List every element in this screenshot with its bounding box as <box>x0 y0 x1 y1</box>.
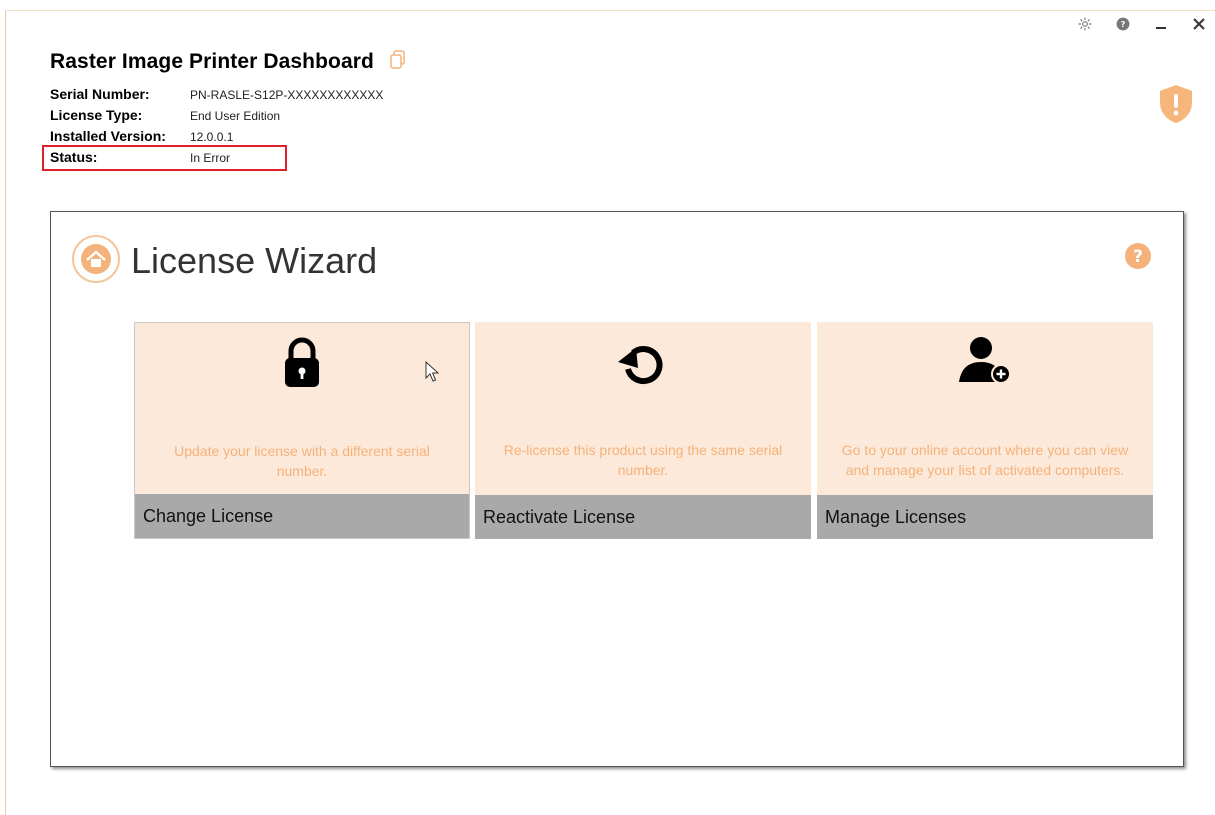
version-value: 12.0.0.1 <box>190 130 234 144</box>
reactivate-license-button[interactable]: Reactivate License <box>475 495 811 539</box>
manage-licenses-button[interactable]: Manage Licenses <box>817 495 1153 539</box>
change-license-card[interactable]: Update your license with a different ser… <box>134 322 470 539</box>
help-icon[interactable]: ? <box>1113 14 1133 34</box>
wizard-help-icon[interactable]: ? <box>1124 242 1152 275</box>
app-title: Raster Image Printer Dashboard <box>50 50 374 73</box>
license-type-value: End User Edition <box>190 109 281 123</box>
window-border <box>5 10 6 815</box>
manage-licenses-description: Go to your online account where you can … <box>841 442 1129 478</box>
license-type-label: License Type: <box>50 107 143 123</box>
wizard-title: License Wizard <box>131 240 378 281</box>
serial-row: Serial Number: PN-RASLE-S12P-XXXXXXXXXXX… <box>50 86 383 107</box>
manage-licenses-card[interactable]: Go to your online account where you can … <box>817 322 1153 539</box>
user-add-icon <box>817 336 1153 386</box>
reactivate-license-card[interactable]: Re-license this product using the same s… <box>475 322 811 539</box>
svg-text:?: ? <box>1121 19 1126 29</box>
refresh-icon <box>475 336 811 390</box>
window-border-top <box>5 10 1215 11</box>
version-label: Installed Version: <box>50 128 166 144</box>
minimize-icon[interactable] <box>1151 14 1171 34</box>
lock-icon <box>135 337 469 389</box>
reactivate-license-description: Re-license this product using the same s… <box>503 442 783 478</box>
status-highlight-box <box>42 145 287 171</box>
gear-icon[interactable] <box>1075 14 1095 34</box>
svg-text:?: ? <box>1133 247 1143 267</box>
shield-warning-icon[interactable] <box>1158 84 1194 129</box>
license-wizard-panel: License Wizard ? Update your license wit… <box>50 211 1184 767</box>
copy-icon[interactable] <box>389 50 407 75</box>
license-type-row: License Type: End User Edition <box>50 107 383 128</box>
serial-value: PN-RASLE-S12P-XXXXXXXXXXXX <box>190 88 384 102</box>
serial-label: Serial Number: <box>50 86 150 102</box>
window-controls: ? <box>1075 14 1209 34</box>
mouse-cursor-icon <box>425 360 441 388</box>
home-icon[interactable] <box>71 234 121 289</box>
close-icon[interactable] <box>1189 14 1209 34</box>
change-license-button[interactable]: Change License <box>135 494 469 538</box>
change-license-description: Update your license with a different ser… <box>174 443 430 479</box>
